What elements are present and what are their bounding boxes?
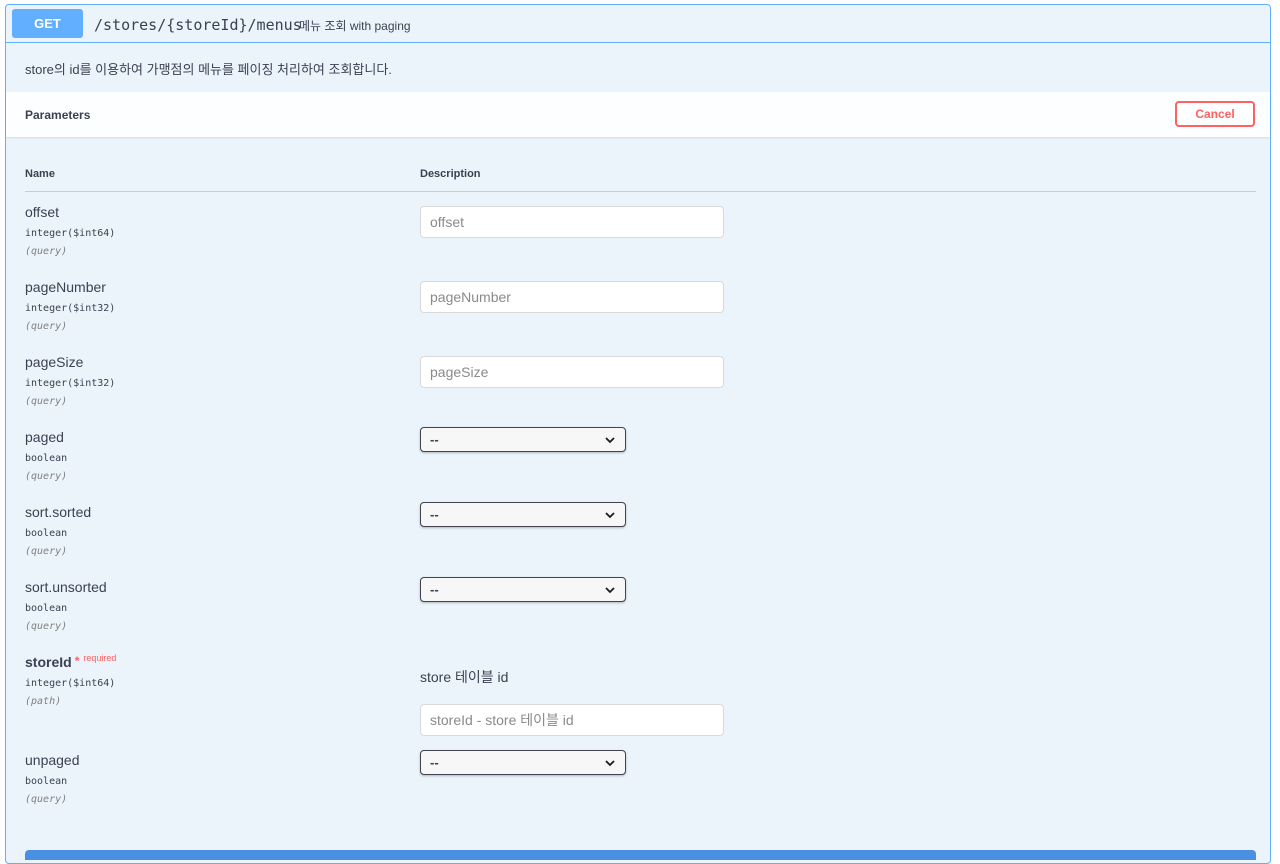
operation-description: store의 id를 이용하여 가맹점의 메뉴를 페이징 처리하여 조회합니다. <box>25 62 392 77</box>
opblock-get: GET /stores/{storeId}/menus 메뉴 조회 with p… <box>5 4 1271 864</box>
chevron-down-icon <box>605 436 615 443</box>
store-id-input[interactable] <box>420 704 724 736</box>
page-number-input[interactable] <box>420 281 724 313</box>
param-type: integer($int32) <box>25 303 116 314</box>
select-value: -- <box>430 582 439 597</box>
execute-button[interactable] <box>25 850 1256 860</box>
endpoint-path[interactable]: /stores/{storeId}/menus <box>94 16 302 34</box>
chevron-down-icon <box>605 511 615 518</box>
column-header-name: Name <box>25 168 55 180</box>
param-name-required: storeId * required <box>25 653 117 670</box>
sort-sorted-select[interactable]: -- <box>420 502 626 527</box>
select-value: -- <box>430 755 439 770</box>
parameters-header: Parameters Cancel <box>6 92 1270 137</box>
sort-unsorted-select[interactable]: -- <box>420 577 626 602</box>
param-name: paged <box>25 429 64 445</box>
column-header-description: Description <box>420 168 481 180</box>
param-name-text: storeId <box>25 654 72 670</box>
param-name: pageSize <box>25 354 84 370</box>
param-location: (query) <box>25 621 68 632</box>
param-type: integer($int64) <box>25 678 116 689</box>
select-value: -- <box>430 507 439 522</box>
page-size-input[interactable] <box>420 356 724 388</box>
chevron-down-icon <box>605 586 615 593</box>
param-location: (query) <box>25 396 68 407</box>
param-name: offset <box>25 204 59 220</box>
method-badge[interactable]: GET <box>12 9 83 38</box>
paged-select[interactable]: -- <box>420 427 626 452</box>
endpoint-summary: 메뉴 조회 with paging <box>299 19 411 33</box>
param-type: boolean <box>25 453 68 464</box>
required-label: required <box>83 653 117 663</box>
chevron-down-icon <box>605 759 615 766</box>
param-name: pageNumber <box>25 279 106 295</box>
required-star: * <box>74 654 80 668</box>
param-name: sort.sorted <box>25 504 92 520</box>
param-location: (path) <box>25 696 62 707</box>
param-type: integer($int32) <box>25 378 116 389</box>
opblock-summary[interactable]: GET /stores/{storeId}/menus 메뉴 조회 with p… <box>6 5 1270 43</box>
cancel-button[interactable]: Cancel <box>1175 101 1255 127</box>
param-type: boolean <box>25 776 68 787</box>
param-type: boolean <box>25 603 68 614</box>
select-value: -- <box>430 432 439 447</box>
param-description: store 테이블 id <box>420 669 509 685</box>
offset-input[interactable] <box>420 206 724 238</box>
param-type: integer($int64) <box>25 228 116 239</box>
unpaged-select[interactable]: -- <box>420 750 626 775</box>
param-location: (query) <box>25 546 68 557</box>
header-divider <box>25 191 1256 192</box>
param-location: (query) <box>25 471 68 482</box>
param-name: unpaged <box>25 752 80 768</box>
parameters-title: Parameters <box>25 108 91 122</box>
param-location: (query) <box>25 794 68 805</box>
param-type: boolean <box>25 528 68 539</box>
param-location: (query) <box>25 321 68 332</box>
param-name: sort.unsorted <box>25 579 107 595</box>
param-location: (query) <box>25 246 68 257</box>
